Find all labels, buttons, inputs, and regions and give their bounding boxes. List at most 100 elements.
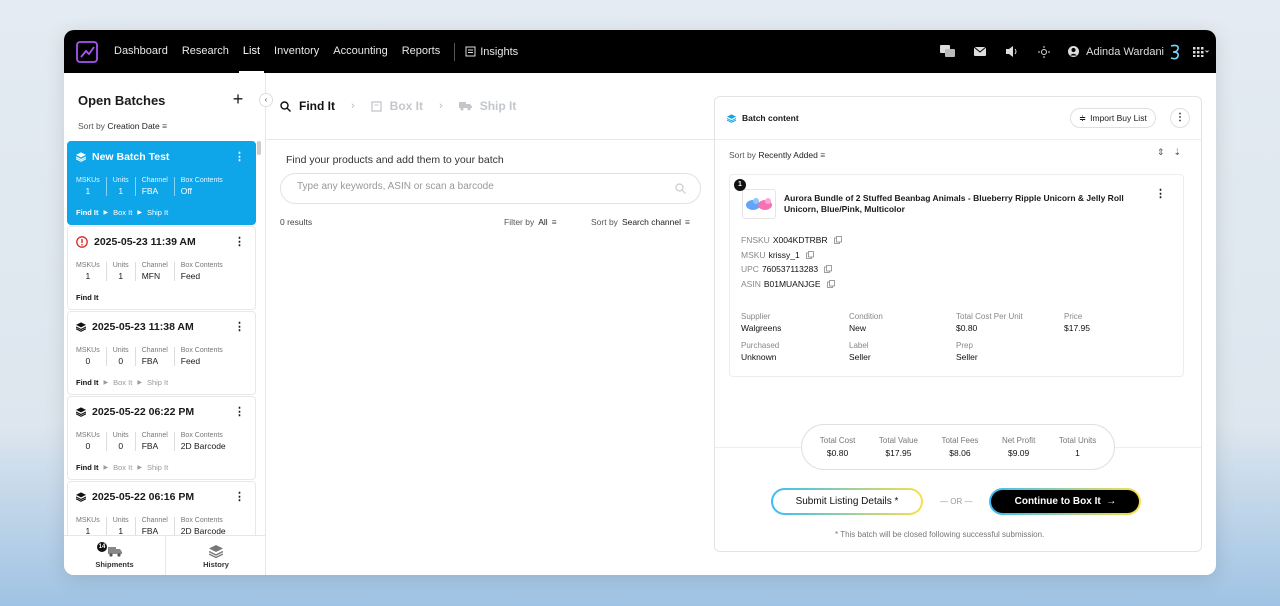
add-batch-button[interactable]: +: [228, 89, 248, 109]
batch-step: Ship It: [146, 378, 169, 387]
step-find-it[interactable]: Find It: [280, 99, 335, 113]
layers-icon: [727, 113, 736, 123]
panel-sort-value: Recently Added: [758, 150, 818, 160]
step-ship-it[interactable]: Ship It: [458, 99, 516, 113]
batch-header: 2025-05-22 06:22 PM: [76, 406, 194, 418]
expand-all-icon[interactable]: ⇕: [1157, 147, 1165, 158]
nav-accounting[interactable]: Accounting: [333, 30, 387, 73]
user-icon: [1068, 46, 1080, 57]
tab-shipments[interactable]: 14 Shipments: [64, 536, 165, 575]
submit-listing-details-button[interactable]: Submit Listing Details *: [771, 488, 923, 515]
copy-icon[interactable]: [826, 279, 835, 288]
panel-sort-control[interactable]: Sort by Recently Added ≡: [729, 150, 825, 160]
sidebar-scrollbar[interactable]: [257, 141, 261, 155]
filter-control[interactable]: Filter by All ≡: [504, 217, 557, 227]
total-value: $17.95: [885, 448, 912, 458]
mskus-value: 0: [85, 356, 91, 366]
batch-card[interactable]: 2025-05-23 11:38 AM ⋮ MSKUs 0 Units 0 Channel F…: [67, 311, 256, 395]
batch-step: Box It: [113, 208, 133, 217]
tab-shipments-label: Shipments: [95, 560, 134, 569]
batch-card[interactable]: 2025-05-22 06:16 PM ⋮ MSKUs 1 Units 1 Channel F…: [67, 481, 256, 535]
truck-icon: [458, 102, 472, 111]
continue-to-box-it-button[interactable]: Continue to Box It →: [989, 488, 1141, 515]
mskus-label: MSKUs: [76, 517, 100, 524]
panel-more-menu[interactable]: ⋮: [1170, 108, 1190, 128]
top-nav: Dashboard Research List Inventory Accoun…: [64, 30, 1216, 73]
channel-value: FBA: [141, 186, 159, 196]
nav-research[interactable]: Research: [182, 30, 229, 73]
layers-icon: [76, 492, 86, 502]
app-logo-icon[interactable]: [76, 40, 98, 63]
submission-note: * This batch will be closed following su…: [835, 530, 1045, 539]
chat-icon[interactable]: [932, 30, 964, 73]
nav-inventory[interactable]: Inventory: [274, 30, 319, 73]
alert-icon: [76, 236, 88, 248]
channel-label: Channel: [141, 177, 168, 184]
search-icon[interactable]: [675, 183, 686, 194]
search-input[interactable]: [297, 181, 657, 192]
batch-card[interactable]: 2025-05-22 06:22 PM ⋮ MSKUs 0 Units 0 Channel F…: [67, 396, 256, 480]
channel-stat: Channel FBA: [142, 347, 175, 366]
step-find-it-label: Find It: [299, 99, 335, 113]
units-label: Units: [112, 432, 129, 439]
search-sort-control[interactable]: Sort by Search channel ≡: [591, 217, 690, 227]
batch-more-menu[interactable]: ⋮: [234, 405, 245, 418]
speaker-icon[interactable]: [996, 30, 1028, 73]
identifier-value: 760537113283: [761, 264, 819, 275]
units-value: 1: [118, 271, 124, 281]
batch-title: 2025-05-22 06:16 PM: [92, 491, 195, 503]
box-contents-stat: Box Contents Off: [181, 177, 229, 196]
batch-more-menu[interactable]: ⋮: [234, 235, 245, 248]
mskus-stat: MSKUs 1: [76, 177, 107, 196]
nav-insights[interactable]: Insights: [465, 46, 518, 58]
apps-grid-icon[interactable]: [1186, 30, 1216, 73]
channel-label: Channel: [141, 262, 168, 269]
collapse-all-icon[interactable]: ⇣: [1174, 147, 1182, 158]
step-box-it[interactable]: Box It: [371, 99, 423, 113]
supplier-label: Supplier: [741, 312, 771, 321]
supplier-value: Walgreens: [741, 323, 782, 333]
collapse-sidebar-button[interactable]: ‹: [259, 93, 273, 107]
import-buy-list-label: Import Buy List: [1090, 113, 1147, 123]
units-label: Units: [112, 262, 129, 269]
step-arrow-icon: ▶: [103, 465, 109, 471]
total-label: Total Fees: [941, 436, 979, 445]
nav-dashboard[interactable]: Dashboard: [114, 30, 168, 73]
batch-step: Find It: [76, 378, 99, 387]
batch-card[interactable]: 2025-05-23 11:39 AM ⋮ MSKUs 1 Units 1 Channel M…: [67, 226, 256, 310]
nav-reports[interactable]: Reports: [402, 30, 441, 73]
purchased-cell: Purchased Unknown: [741, 341, 849, 370]
step-arrow-icon: ▶: [103, 380, 109, 386]
batch-card[interactable]: New Batch Test ⋮ MSKUs 1 Units 1 Channel FBA Box…: [67, 141, 256, 225]
copy-icon[interactable]: [824, 265, 832, 274]
batch-more-menu[interactable]: ⋮: [234, 490, 245, 503]
insights-label: Insights: [480, 45, 519, 58]
tab-history[interactable]: History: [165, 536, 266, 575]
mskus-label: MSKUs: [76, 177, 100, 184]
copy-icon[interactable]: [833, 236, 842, 245]
import-buy-list-button[interactable]: ≑ Import Buy List: [1070, 108, 1156, 128]
copy-icon[interactable]: [805, 250, 814, 259]
box-contents-stat: Box Contents 2D Barcode: [181, 517, 232, 535]
or-separator: — OR —: [940, 496, 973, 506]
prep-value: Seller: [956, 352, 978, 362]
item-more-menu[interactable]: ⋮: [1155, 187, 1166, 200]
channel-stat: Channel FBA: [142, 177, 175, 196]
mskus-value: 0: [85, 441, 91, 451]
step-arrow-icon: ▶: [103, 210, 109, 216]
mail-icon[interactable]: [964, 30, 996, 73]
batch-more-menu[interactable]: ⋮: [234, 150, 245, 163]
step-arrow-icon: ▶: [137, 380, 142, 386]
user-menu[interactable]: Adinda Wardani: [1068, 46, 1164, 58]
theme-toggle-icon[interactable]: [1028, 30, 1060, 73]
mskus-value: 1: [85, 526, 91, 535]
batch-stats: MSKUs 1 Units 1 Channel FBA Box Contents 2D Bar…: [76, 517, 238, 535]
nav-list[interactable]: List: [238, 30, 265, 73]
box-contents-value: 2D Barcode: [180, 526, 226, 535]
identifier-label: MSKU: [741, 249, 766, 260]
sidebar-sort[interactable]: Sort by Creation Date ≡: [78, 121, 167, 131]
results-count: 0 results: [280, 217, 313, 227]
batch-more-menu[interactable]: ⋮: [234, 320, 245, 333]
identifier-label: UPC: [741, 264, 759, 275]
units-value: 1: [118, 526, 124, 535]
